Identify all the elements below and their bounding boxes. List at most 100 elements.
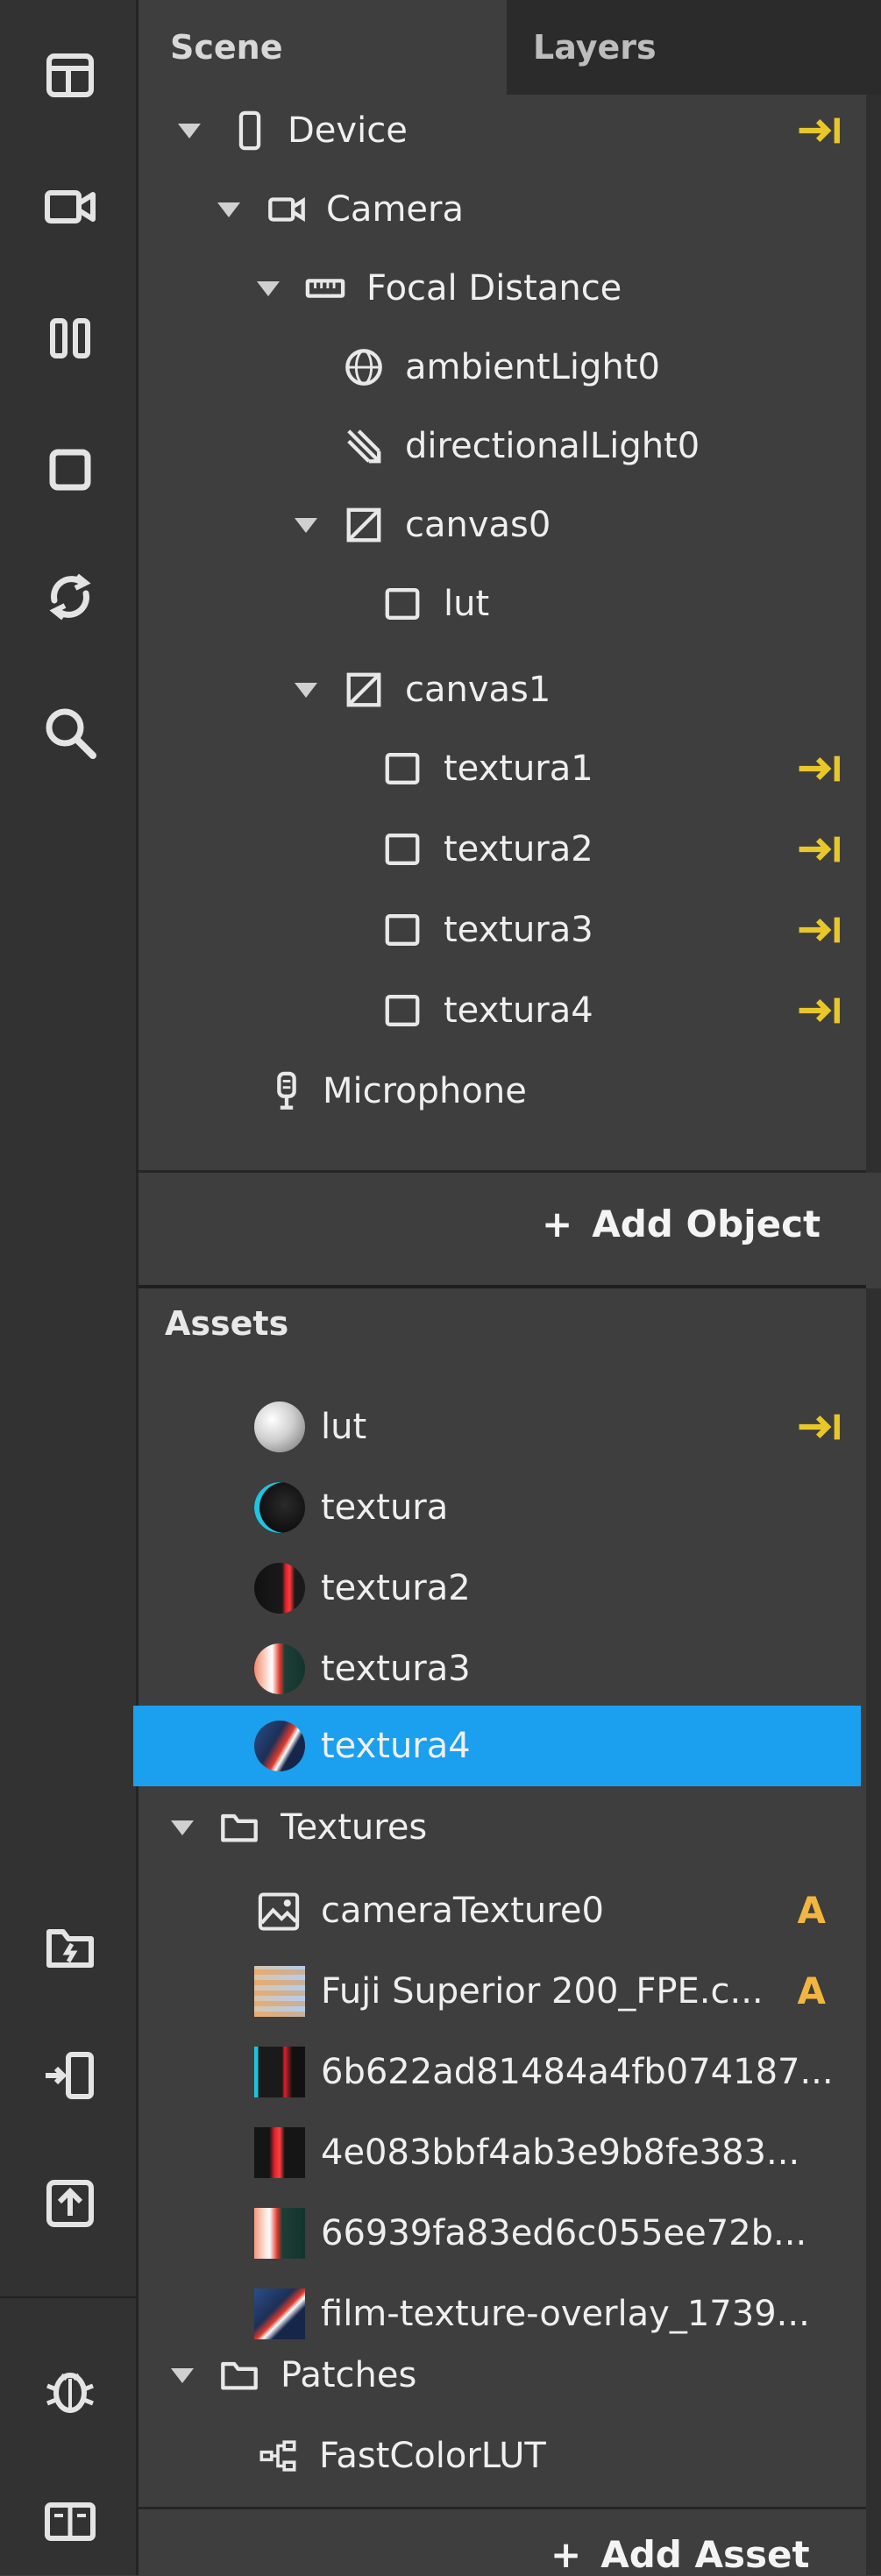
asset-label: textura2: [321, 1568, 471, 1608]
tab-scene[interactable]: Scene: [139, 0, 507, 95]
canvas-icon: [344, 670, 384, 710]
tree-label: Microphone: [323, 1071, 527, 1111]
plus-icon: +: [542, 1203, 573, 1245]
divider: [139, 1285, 866, 1288]
texture-label: film-texture-overlay_1739...: [321, 2294, 810, 2334]
tree-item-textura2[interactable]: textura2: [139, 810, 866, 889]
tree-item-device[interactable]: Device: [139, 91, 866, 170]
texture-item[interactable]: cameraTexture0 A: [139, 1871, 866, 1950]
asset-material-textura[interactable]: textura: [139, 1468, 866, 1547]
tree-label: Device: [288, 110, 408, 151]
add-object-label: Add Object: [592, 1203, 821, 1245]
folder-label: Textures: [281, 1807, 428, 1848]
stop-icon[interactable]: [39, 438, 102, 501]
add-asset-button[interactable]: + Add Asset: [551, 2533, 810, 2576]
expand-arrow-icon[interactable]: [257, 281, 280, 296]
asset-label: textura: [321, 1487, 449, 1528]
tree-item-directional-light[interactable]: directionalLight0: [139, 407, 866, 486]
docs-icon[interactable]: [39, 2489, 102, 2552]
tree-label: lut: [444, 584, 490, 624]
refresh-icon[interactable]: [39, 565, 102, 628]
divider: [139, 2507, 866, 2509]
layout-icon[interactable]: [39, 44, 102, 107]
tab-scene-label: Scene: [170, 28, 283, 67]
pin-icon[interactable]: [796, 751, 843, 786]
material-sphere-icon: [254, 1643, 305, 1694]
patch-label: FastColorLUT: [319, 2436, 546, 2476]
plus-icon: +: [551, 2533, 582, 2576]
folder-icon: [219, 2355, 259, 2395]
folder-patches[interactable]: Patches: [139, 2336, 866, 2415]
pin-icon[interactable]: [796, 993, 843, 1028]
expand-arrow-icon[interactable]: [171, 2368, 194, 2383]
warning-icon[interactable]: A: [797, 1969, 826, 2012]
asset-material-lut[interactable]: lut: [139, 1387, 866, 1466]
material-sphere-icon: [254, 1563, 305, 1614]
material-sphere-icon: [254, 1721, 305, 1771]
search-icon[interactable]: [39, 701, 102, 764]
upload-icon[interactable]: [39, 2172, 102, 2235]
pin-icon[interactable]: [796, 113, 843, 148]
scene-scrollbar[interactable]: [866, 95, 881, 1173]
pin-icon[interactable]: [796, 912, 843, 947]
tree-item-microphone[interactable]: Microphone: [139, 1052, 866, 1131]
video-camera-icon: [266, 189, 307, 230]
bug-icon[interactable]: [39, 2358, 102, 2421]
expand-arrow-icon[interactable]: [295, 518, 317, 533]
rectangle-icon: [382, 990, 423, 1031]
expand-arrow-icon[interactable]: [178, 124, 201, 138]
texture-thumbnail: [254, 2208, 305, 2259]
texture-item[interactable]: Fuji Superior 200_FPE.c... A: [139, 1952, 866, 2031]
texture-thumbnail: [254, 2047, 305, 2097]
pin-icon[interactable]: [796, 832, 843, 867]
pause-icon[interactable]: [39, 307, 102, 370]
video-camera-icon[interactable]: [39, 175, 102, 238]
tree-item-ambient-light[interactable]: ambientLight0: [139, 328, 866, 407]
texture-label: 66939fa83ed6c055ee72b...: [321, 2213, 807, 2253]
tree-item-textura4[interactable]: textura4: [139, 971, 866, 1050]
tree-item-lut[interactable]: lut: [139, 564, 866, 643]
tree-label: textura2: [444, 829, 593, 869]
warning-icon[interactable]: A: [797, 1889, 826, 1932]
expand-arrow-icon[interactable]: [171, 1820, 194, 1835]
folder-textures[interactable]: Textures: [139, 1788, 866, 1867]
tree-item-focal-distance[interactable]: Focal Distance: [139, 249, 866, 328]
texture-label: 6b622ad81484a4fb074187...: [321, 2052, 834, 2092]
tab-layers-label: Layers: [533, 28, 657, 67]
divider: [139, 1170, 866, 1173]
texture-item[interactable]: 6b622ad81484a4fb074187...: [139, 2033, 866, 2111]
image-icon: [256, 1889, 302, 1934]
asset-material-textura2[interactable]: textura2: [139, 1549, 866, 1628]
send-to-device-icon[interactable]: [39, 2044, 102, 2107]
tree-label: directionalLight0: [405, 426, 700, 466]
patch-item[interactable]: FastColorLUT: [139, 2416, 866, 2495]
tree-item-canvas0[interactable]: canvas0: [139, 486, 866, 564]
add-object-button[interactable]: + Add Object: [542, 1203, 821, 1245]
texture-label: cameraTexture0: [321, 1891, 604, 1931]
new-folder-icon[interactable]: [39, 1916, 102, 1979]
tree-item-camera[interactable]: Camera: [139, 170, 866, 249]
tree-label: Focal Distance: [366, 268, 622, 309]
texture-thumbnail: [254, 2127, 305, 2178]
assets-scrollbar[interactable]: [866, 1288, 881, 2575]
asset-material-textura3[interactable]: textura3: [139, 1629, 866, 1708]
texture-item[interactable]: 4e083bbf4ab3e9b8fe383...: [139, 2113, 866, 2192]
ruler-icon: [305, 268, 345, 309]
material-sphere-icon: [254, 1402, 305, 1452]
tree-label: textura4: [444, 990, 593, 1031]
material-sphere-icon: [254, 1482, 305, 1533]
texture-item[interactable]: 66939fa83ed6c055ee72b...: [139, 2194, 866, 2273]
asset-material-textura4[interactable]: textura4: [133, 1706, 861, 1786]
assets-title: Assets: [165, 1304, 289, 1343]
tree-label: Camera: [326, 189, 464, 230]
expand-arrow-icon[interactable]: [295, 683, 317, 698]
tab-layers[interactable]: Layers: [507, 0, 881, 95]
tree-item-textura1[interactable]: textura1: [139, 729, 866, 808]
texture-label: Fuji Superior 200_FPE.c...: [321, 1971, 764, 2012]
asset-label: textura3: [321, 1649, 471, 1689]
expand-arrow-icon[interactable]: [217, 202, 240, 217]
add-asset-label: Add Asset: [600, 2533, 810, 2576]
tree-item-textura3[interactable]: textura3: [139, 891, 866, 969]
pin-icon[interactable]: [796, 1409, 843, 1444]
tree-item-canvas1[interactable]: canvas1: [139, 650, 866, 729]
